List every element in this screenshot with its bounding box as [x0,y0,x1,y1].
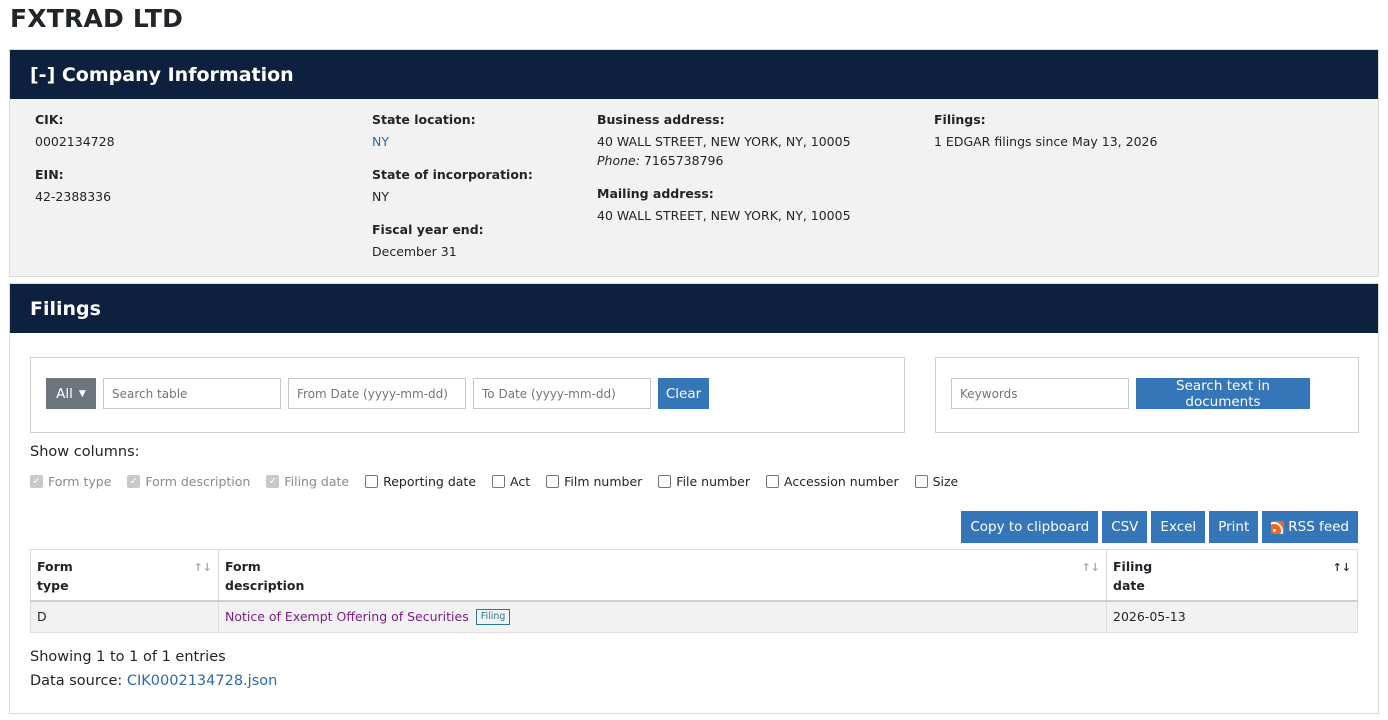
from-date-input[interactable] [288,378,466,409]
filings-header: Filings [10,284,1378,333]
th-form-desc-line2: description [225,578,305,593]
filing-badge-link[interactable]: Filing [475,609,511,625]
rss-icon [1271,520,1285,534]
sort-desc-icon: ↑↓ [1332,561,1351,574]
phone-line: Phone: 7165738796 [597,151,851,170]
caret-down-icon: ▼ [78,388,86,399]
excel-button[interactable]: Excel [1151,511,1206,543]
search-text-button[interactable]: Search text in documents [1136,378,1310,410]
column-toggle: ✓ Form type [30,474,111,489]
document-search-box: Search text in documents [935,357,1359,433]
column-checkbox[interactable] [365,475,379,488]
company-info-panel: [-] Company Information CIK: 0002134728 … [9,49,1379,277]
column-toggle[interactable]: Size [914,474,959,489]
column-toggle-label: Act [510,474,531,489]
form-filter-dropdown[interactable]: All ▼ [46,378,96,409]
column-checkbox: ✓ [266,475,280,488]
data-source-line: Data source: CIK0002134728.json [30,673,277,689]
filings-panel: Filings All ▼ Clear Search text in docum… [9,283,1379,714]
column-toggle[interactable]: File number [658,474,750,489]
column-toggle-label: Filing date [284,474,350,489]
info-col-filings: Filings: 1 EDGAR filings since May 13, 2… [934,112,1157,167]
column-toggles: ✓ Form type ✓ Form description ✓ Filing date R… [30,474,974,489]
entries-info: Showing 1 to 1 of 1 entries [30,649,226,665]
table-filter-box: All ▼ Clear [30,357,905,433]
column-checkbox[interactable] [546,475,560,488]
export-buttons: Copy to clipboard CSV Excel Print RSS fe… [957,511,1358,543]
column-toggle[interactable]: Reporting date [365,474,476,489]
state-incorp-value: NY [372,189,389,204]
filings-label: Filings: [934,112,986,127]
cell-filing-date: 2026-05-13 [1106,600,1358,633]
company-name: FXTRAD LTD [10,4,184,33]
search-table-input[interactable] [103,378,281,409]
sort-icon: ↑↓ [193,561,212,574]
info-col-ids: CIK: 0002134728 EIN: 42-2388336 [35,112,115,222]
mailing-address-value: 40 WALL STREET, NEW YORK, NY, 10005 [597,208,851,223]
th-filing-date-line2: date [1113,578,1145,593]
phone-value: 7165738796 [643,153,724,168]
column-checkbox[interactable] [658,475,672,488]
business-address-value: 40 WALL STREET, NEW YORK, NY, 10005 [597,134,851,149]
state-location-label: State location: [372,112,476,127]
rss-feed-button[interactable]: RSS feed [1262,511,1358,543]
filings-table: Form type ↑↓ Form description ↑↓ Filing … [30,549,1358,633]
fiscal-year-value: December 31 [372,244,457,259]
clear-button[interactable]: Clear [658,378,709,409]
state-incorp-label: State of incorporation: [372,167,533,182]
print-button[interactable]: Print [1209,511,1259,543]
column-toggle[interactable]: Act [492,474,530,489]
cell-form-type: D [30,600,219,633]
column-toggle[interactable]: Accession number [765,474,899,489]
column-toggle-label: Film number [564,474,643,489]
column-toggle[interactable]: Film number [546,474,642,489]
data-source-link[interactable]: CIK0002134728.json [127,673,277,689]
filing-description-link[interactable]: Notice of Exempt Offering of Securities [225,609,469,624]
csv-button[interactable]: CSV [1102,511,1148,543]
fiscal-year-label: Fiscal year end: [372,222,484,237]
column-toggle-label: File number [676,474,750,489]
th-form-description[interactable]: Form description ↑↓ [218,549,1107,602]
column-toggle-label: Form description [145,474,251,489]
business-address-label: Business address: [597,112,725,127]
column-checkbox[interactable] [492,475,506,488]
info-col-state: State location: NY State of incorporatio… [372,112,533,277]
form-filter-label: All [56,385,73,402]
show-columns-label: Show columns: [30,444,140,460]
copy-clipboard-button[interactable]: Copy to clipboard [961,511,1099,543]
cell-form-description: Notice of Exempt Offering of Securities … [218,600,1107,633]
to-date-input[interactable] [473,378,651,409]
column-toggle: ✓ Filing date [266,474,349,489]
th-filing-date-line1: Filing [1113,559,1153,574]
th-filing-date[interactable]: Filing date ↑↓ [1106,549,1358,602]
column-toggle-label: Form type [48,474,112,489]
mailing-address-label: Mailing address: [597,186,714,201]
ein-label: EIN: [35,167,64,182]
ein-value: 42-2388336 [35,189,112,204]
column-checkbox: ✓ [127,475,141,488]
th-form-type-line1: Form [37,559,73,574]
cik-value: 0002134728 [35,134,115,149]
column-checkbox[interactable] [914,475,928,488]
th-form-desc-line1: Form [225,559,261,574]
filings-count-text: 1 EDGAR filings since May 13, 2026 [934,134,1158,149]
column-toggle-label: Reporting date [383,474,477,489]
rss-feed-label: RSS feed [1288,519,1349,535]
data-source-label: Data source: [30,673,123,689]
keywords-input[interactable] [951,378,1129,409]
column-toggle-label: Accession number [783,474,899,489]
cik-label: CIK: [35,112,64,127]
company-info-toggle[interactable]: [-] Company Information [10,50,1378,99]
sort-icon: ↑↓ [1081,561,1100,574]
table-row: D Notice of Exempt Offering of Securitie… [30,600,1358,633]
phone-label: Phone: [597,153,640,168]
th-form-type[interactable]: Form type ↑↓ [30,549,219,602]
column-checkbox[interactable] [765,475,779,488]
state-location-link[interactable]: NY [372,132,533,151]
column-toggle-label: Size [932,474,959,489]
th-form-type-line2: type [37,578,69,593]
column-checkbox: ✓ [30,475,43,488]
column-toggle: ✓ Form description [127,474,250,489]
info-col-address: Business address: 40 WALL STREET, NEW YO… [597,112,851,241]
